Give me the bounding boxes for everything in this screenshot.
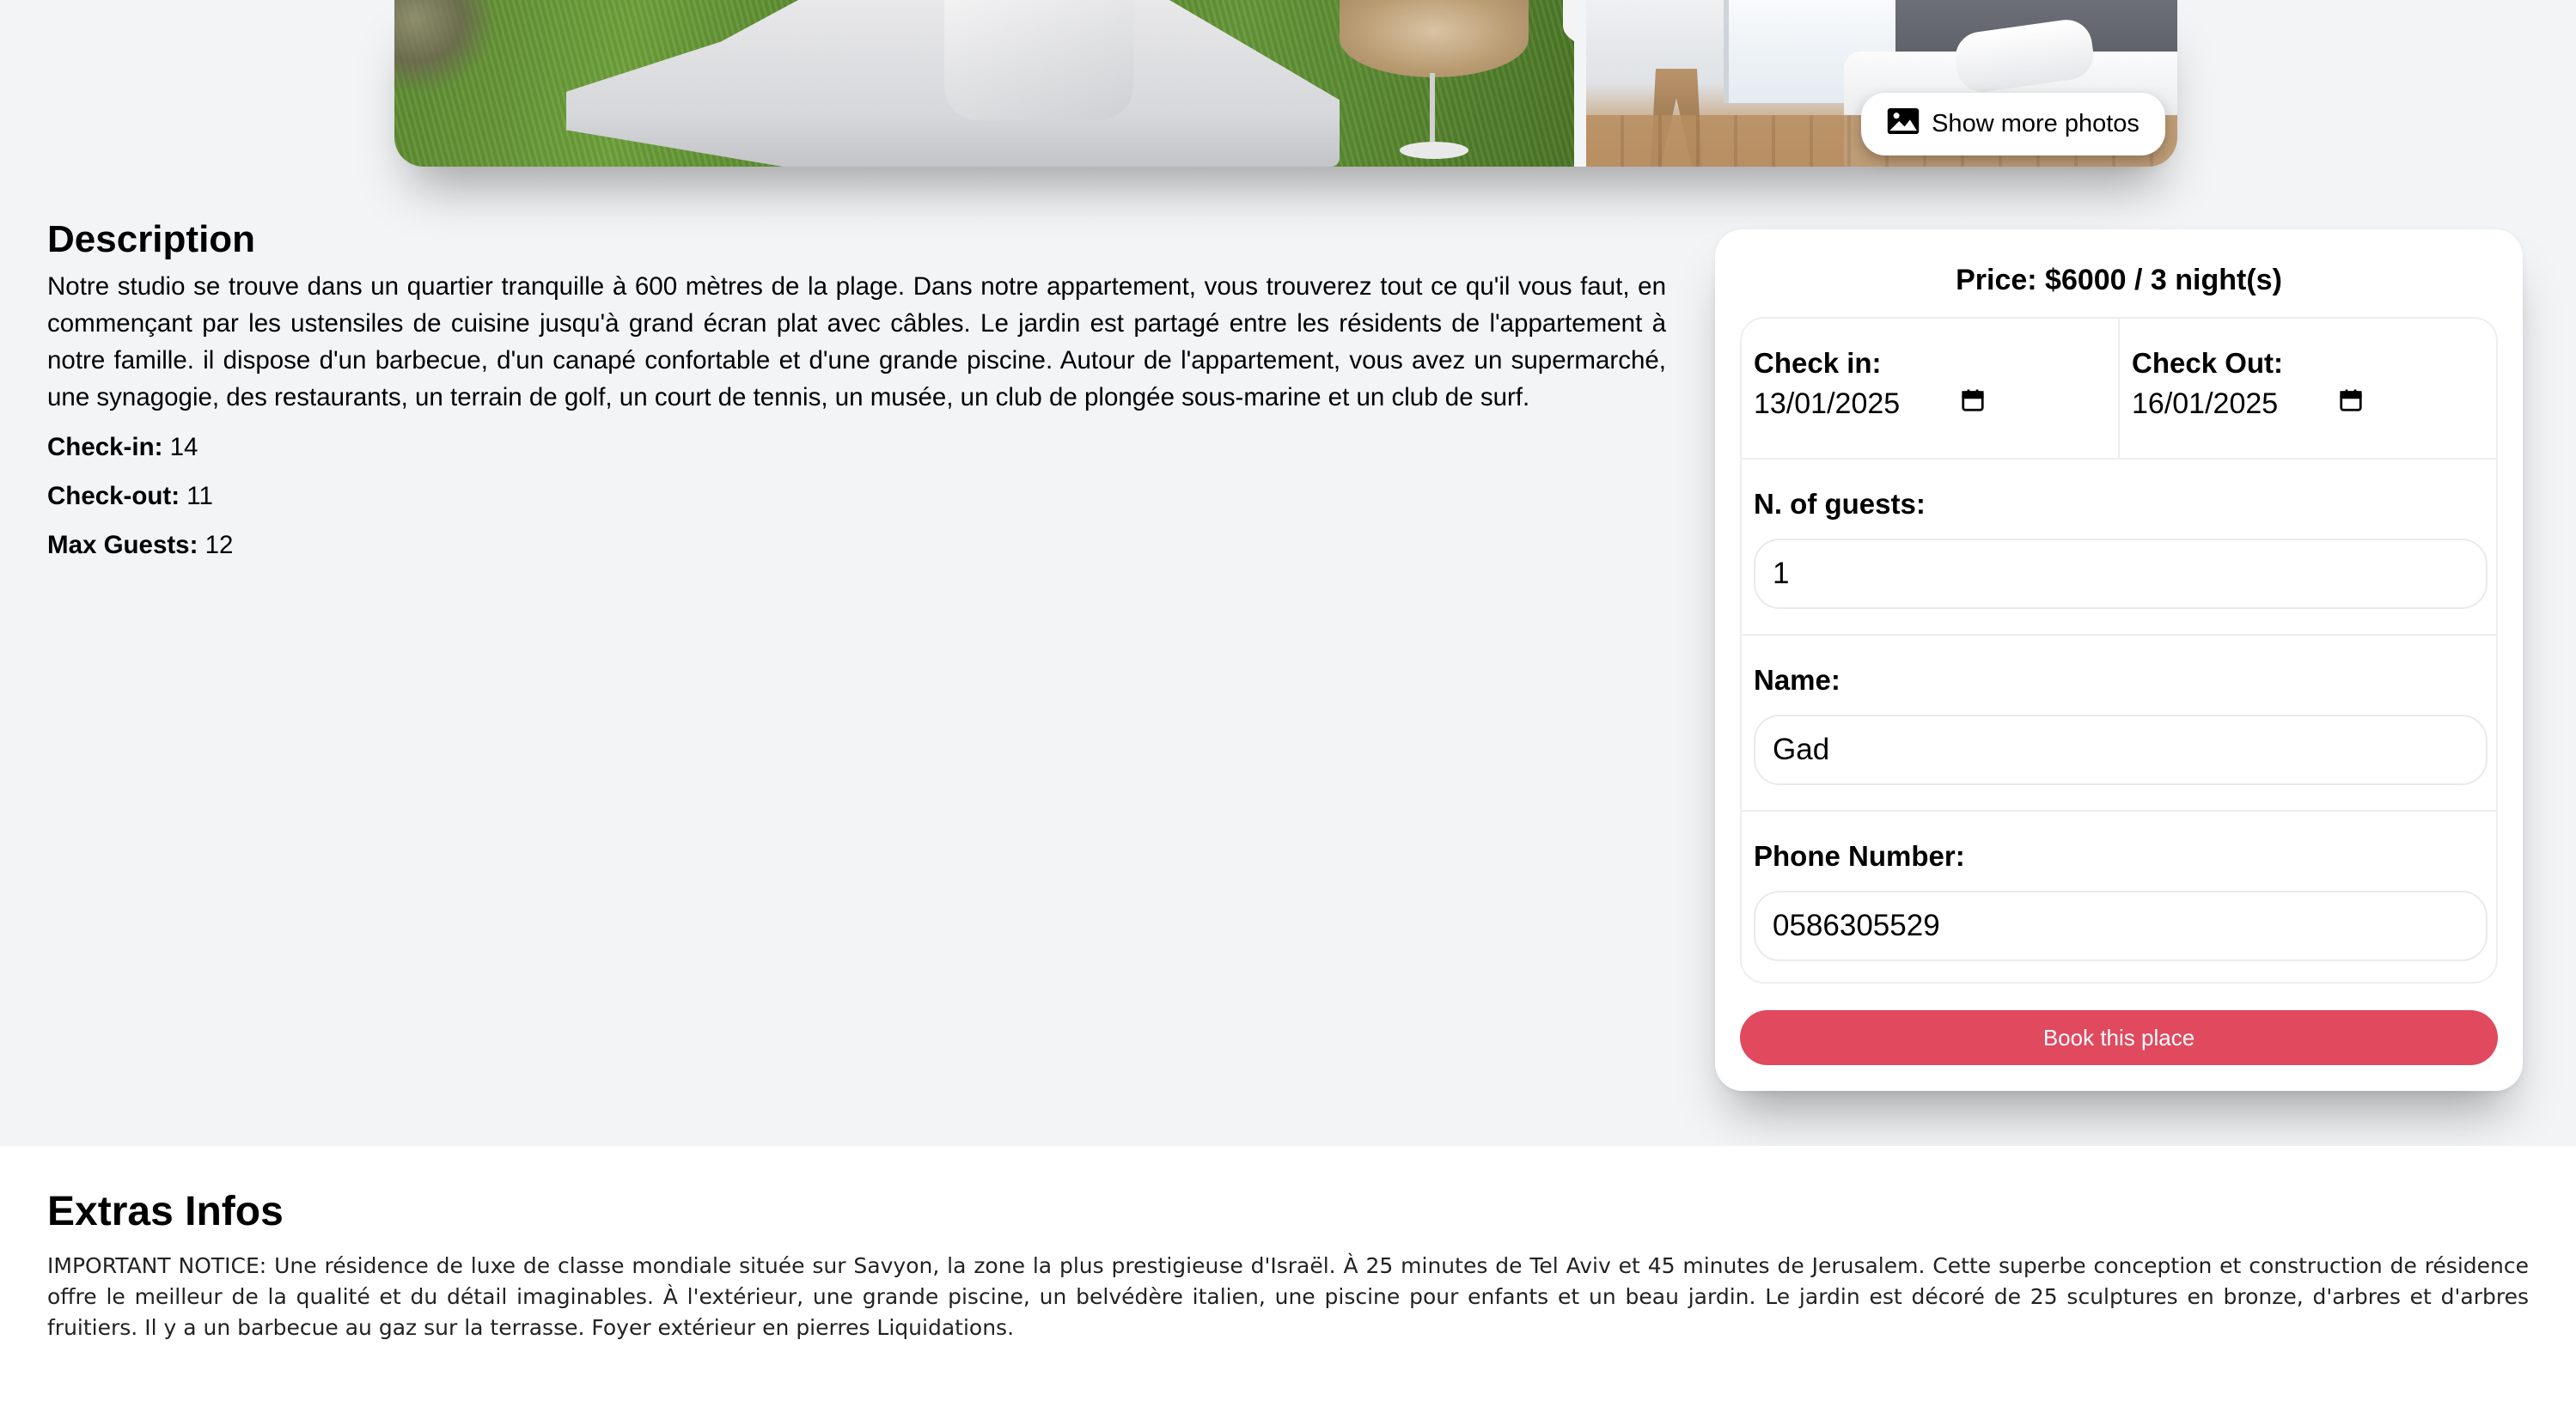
name-label: Name: <box>1754 664 1840 696</box>
check-out-cell: Check Out: 16/01/2025 <box>2118 319 2496 458</box>
booking-widget: Price: $6000 / 3 night(s) Check in: 13/0… <box>1715 229 2523 1091</box>
guests-field: N. of guests: 1 <box>1742 460 2496 636</box>
show-more-photos-label: Show more photos <box>1932 110 2140 137</box>
checkout-info: Check-out: 11 <box>47 479 1666 514</box>
max-guests-value: 12 <box>204 530 234 559</box>
check-in-label: Check in: <box>1754 347 1882 379</box>
image-icon <box>1887 107 1920 142</box>
show-more-photos-button[interactable]: Show more photos <box>1861 93 2165 155</box>
check-out-date-input[interactable]: 16/01/2025 <box>2132 387 2364 421</box>
booking-form: Check in: 13/01/2025 Check Out: 16/01/20… <box>1740 317 2498 984</box>
check-in-date-input[interactable]: 13/01/2025 <box>1754 387 1986 421</box>
extras-title: Extras Infos <box>47 1189 284 1234</box>
checkin-info: Check-in: 14 <box>47 430 1666 465</box>
max-guests-label: Max Guests: <box>47 530 198 559</box>
calendar-icon[interactable] <box>1960 387 1986 421</box>
name-field: Name: Gad <box>1742 636 2496 812</box>
cushion-shape <box>944 0 1133 120</box>
phone-label: Phone Number: <box>1754 840 1965 872</box>
calendar-icon[interactable] <box>2338 387 2364 421</box>
checkin-info-value: 14 <box>169 432 198 461</box>
description-title: Description <box>47 218 256 260</box>
main-photo[interactable] <box>394 0 1574 167</box>
dates-row: Check in: 13/01/2025 Check Out: 16/01/20… <box>1742 319 2496 460</box>
side-table-shape <box>1340 0 1529 77</box>
checkin-info-label: Check-in: <box>47 432 163 461</box>
table-base-shape <box>1400 142 1468 159</box>
extras-section: Extras Infos IMPORTANT NOTICE: Une résid… <box>0 1146 2576 1407</box>
checkout-info-value: 11 <box>186 481 213 510</box>
name-input[interactable]: Gad <box>1754 714 2487 785</box>
guests-label: N. of guests: <box>1754 488 1926 520</box>
branch-shape <box>394 0 497 94</box>
checkout-info-label: Check-out: <box>47 481 180 510</box>
description-text: Notre studio se trouve dans un quartier … <box>47 271 1666 411</box>
check-in-cell: Check in: 13/01/2025 <box>1742 319 2118 458</box>
check-in-date-value: 13/01/2025 <box>1754 387 1901 420</box>
book-this-place-button[interactable]: Book this place <box>1740 1010 2498 1065</box>
check-out-label: Check Out: <box>2132 347 2284 379</box>
guests-input[interactable]: 1 <box>1754 538 2487 609</box>
check-out-date-value: 16/01/2025 <box>2132 387 2279 420</box>
extras-text: IMPORTANT NOTICE: Une résidence de luxe … <box>47 1252 2529 1340</box>
description-section: Description Notre studio se trouve dans … <box>47 217 1666 563</box>
max-guests-info: Max Guests: 12 <box>47 528 1666 563</box>
phone-field: Phone Number: 0586305529 <box>1742 812 2496 982</box>
price-summary: Price: $6000 / 3 night(s) <box>1956 264 2282 296</box>
phone-input[interactable]: 0586305529 <box>1754 890 2487 961</box>
